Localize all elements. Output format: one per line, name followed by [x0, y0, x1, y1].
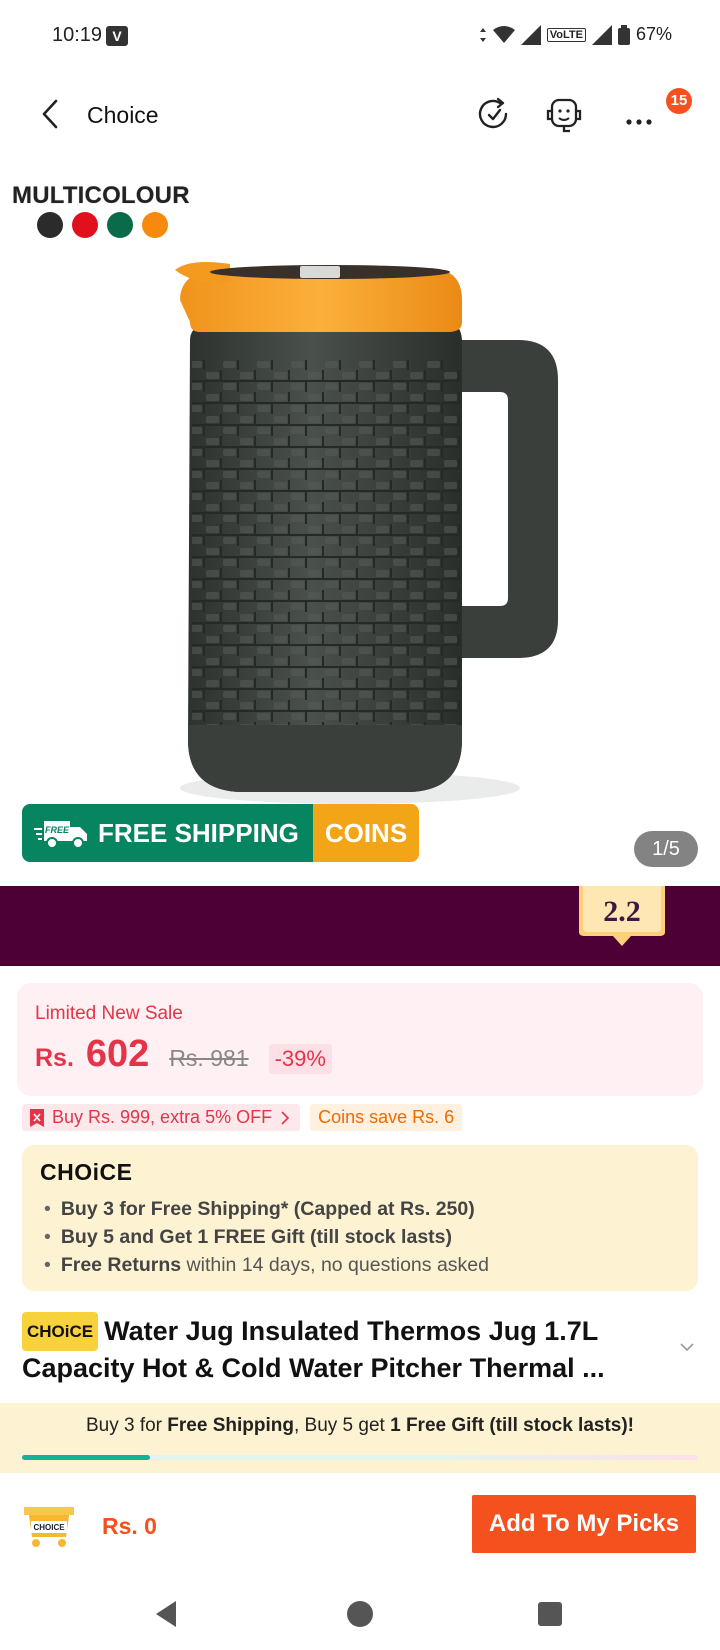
swatch-green [107, 212, 133, 238]
swatch-orange [142, 212, 168, 238]
bundle-offer-text: Buy 3 for Free Shipping, Buy 5 get 1 Fre… [85, 1415, 635, 1436]
free-shipping-banner: FREE FREE SHIPPING COINS [22, 804, 420, 862]
free-shipping-section: FREE FREE SHIPPING [22, 804, 313, 862]
expand-chevron-icon[interactable] [678, 1338, 696, 1356]
benefit-item: Buy 5 and Get 1 FREE Gift (till stock la… [44, 1223, 489, 1251]
choice-logo: CHOiCE [40, 1159, 133, 1185]
add-to-picks-button[interactable]: Add To My Picks [472, 1495, 696, 1553]
sale-label: Limited New Sale [35, 1003, 183, 1024]
price-card: Limited New Sale Rs. 602 Rs. 981 -39% [17, 983, 703, 1096]
product-image-gallery[interactable]: MULTICOLOUR FREE FREE SHIPPING COINS 1/5 [0, 168, 720, 885]
bundle-progress-fill [22, 1455, 151, 1460]
original-price: Rs. 981 [169, 1045, 249, 1071]
coins-label: COINS [312, 804, 420, 862]
status-time: 10:19 [52, 24, 103, 46]
swatch-black [37, 212, 63, 238]
choice-title-badge: CHOiCE [22, 1312, 99, 1351]
color-swatches [37, 212, 168, 238]
status-right: VoLTE 67% [479, 24, 672, 45]
price-row: Rs. 602 Rs. 981 -39% [35, 1033, 332, 1076]
current-price: 602 [85, 1033, 150, 1075]
top-header: Choice 15 [0, 82, 720, 152]
choice-benefits-box[interactable]: CHOiCE Buy 3 for Free Shipping* (Capped … [22, 1145, 698, 1291]
discount-badge: -39% [268, 1044, 332, 1074]
signal-2-icon [591, 24, 612, 45]
delivery-truck-icon: FREE [34, 821, 87, 849]
extra-off-text: Buy Rs. 999, extra 5% OFF [52, 1107, 273, 1127]
free-shipping-label: FREE SHIPPING [98, 817, 299, 848]
promo-tag-22: 2.2 [579, 886, 665, 946]
bundle-progress-bar [22, 1455, 698, 1460]
product-title[interactable]: CHOiCE Water Jug Insulated Thermos Jug 1.… [22, 1312, 672, 1386]
swatch-red [72, 212, 98, 238]
back-arrow-icon[interactable] [34, 96, 70, 132]
image-counter: 1/5 [634, 831, 698, 867]
coins-save-badge: Coins save Rs. 6 [310, 1104, 463, 1131]
battery-level: 67% [635, 24, 672, 44]
wifi-icon [492, 25, 515, 43]
coupon-row: Buy Rs. 999, extra 5% OFF Coins save Rs.… [22, 1104, 463, 1131]
product-image-jug [175, 262, 558, 804]
customer-service-icon[interactable] [543, 94, 585, 136]
nav-recents-icon[interactable] [536, 1599, 564, 1629]
nav-home-icon[interactable] [346, 1599, 374, 1629]
system-nav-bar [0, 1585, 720, 1650]
bundle-offer-strip: Buy 3 for Free Shipping, Buy 5 get 1 Fre… [0, 1403, 720, 1473]
cart-badge-text: CHOICE [33, 1523, 65, 1532]
header-title: Choice [87, 102, 159, 128]
coupon-icon [30, 1108, 44, 1127]
more-dots-icon [626, 119, 652, 125]
choice-cart-icon[interactable]: CHOICE [22, 1497, 76, 1549]
promo-banner[interactable]: 2.2 [0, 886, 720, 966]
bottom-action-bar: CHOICE Rs. 0 Add To My Picks [0, 1475, 720, 1585]
battery-icon [617, 24, 630, 45]
free-tag-text: FREE [45, 825, 70, 835]
data-arrows-icon [479, 27, 486, 42]
product-title-text: Water Jug Insulated Thermos Jug 1.7L Cap… [22, 1316, 605, 1383]
benefit-item: Free Returns within 14 days, no question… [44, 1251, 489, 1279]
volte-badge: VoLTE [546, 27, 586, 42]
chevron-right-icon [281, 1110, 290, 1125]
extra-off-coupon[interactable]: Buy Rs. 999, extra 5% OFF [22, 1104, 301, 1131]
carrier-badge: V [106, 26, 128, 46]
promo-tag-text: 2.2 [603, 895, 641, 928]
benefit-item: Buy 3 for Free Shipping* (Capped at Rs. … [44, 1195, 489, 1223]
signal-icon [520, 24, 541, 45]
choice-benefits-list: Buy 3 for Free Shipping* (Capped at Rs. … [44, 1195, 489, 1279]
status-bar: 10:19 V VoLTE 67% [0, 0, 720, 72]
currency-label: Rs. [35, 1044, 74, 1072]
nav-back-icon[interactable] [152, 1599, 180, 1629]
variant-label: MULTICOLOUR [12, 182, 190, 209]
notification-badge: 15 [666, 88, 692, 114]
history-icon[interactable] [473, 94, 515, 136]
more-menu-button[interactable]: 15 [620, 88, 692, 136]
cart-price: Rs. 0 [102, 1513, 157, 1539]
